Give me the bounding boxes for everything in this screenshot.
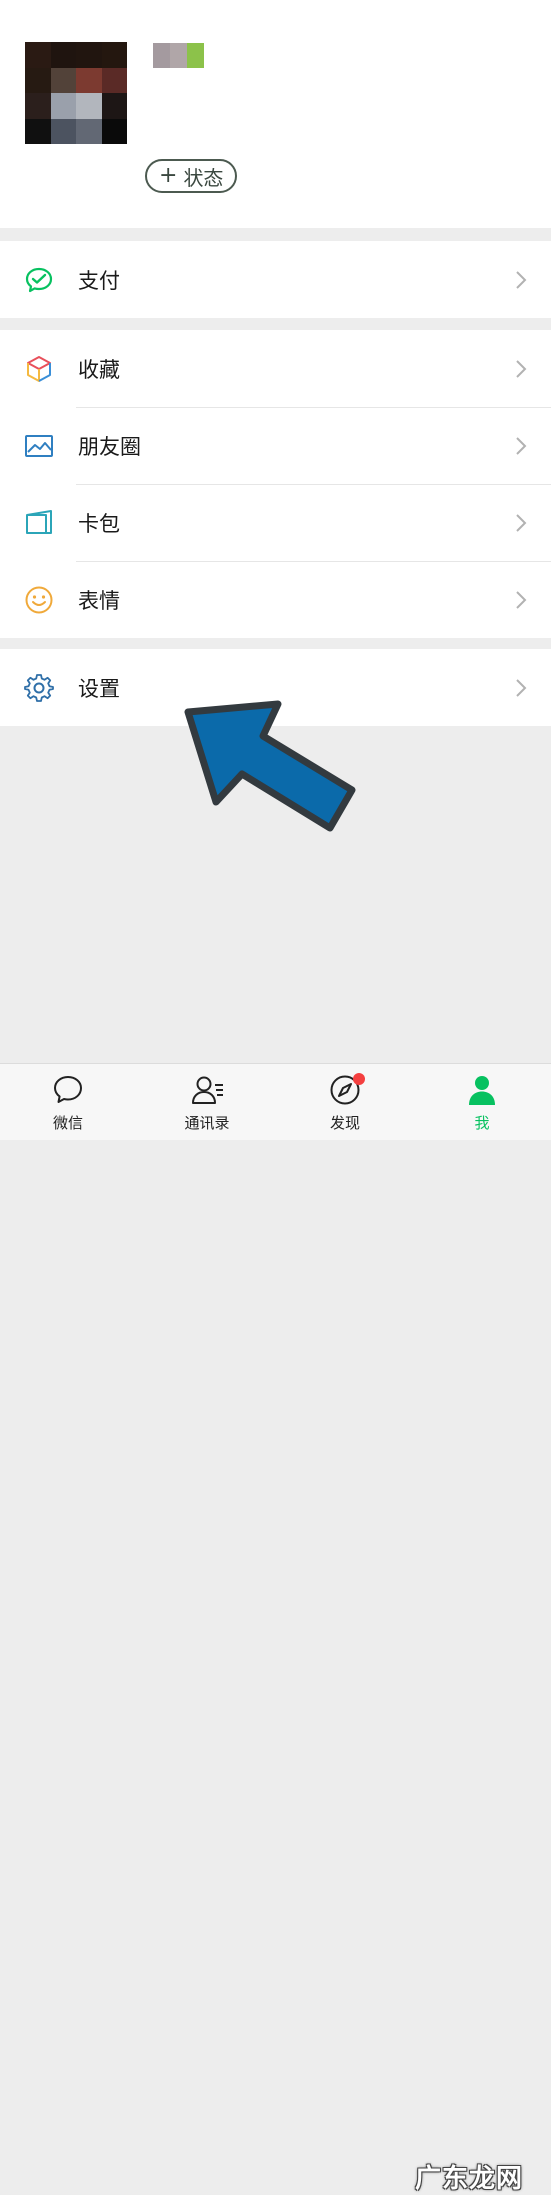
menu-item-label: 朋友圈 [78,434,141,459]
menu-item-pay[interactable]: 支付 [0,241,551,318]
menu-group-main: 收藏 朋友圈 卡包 表情 [0,330,551,638]
notification-badge-dot [353,1073,365,1085]
tab-me[interactable]: 我 [437,1064,527,1141]
tab-chats[interactable]: 微信 [23,1064,113,1141]
person-icon [469,1076,495,1105]
watermark-text: 广东龙网 [415,2164,524,2194]
wechat-pay-icon [25,267,53,292]
chevron-right-icon [516,590,527,609]
add-status-button[interactable]: + 状态 [145,159,238,193]
tab-contacts[interactable]: 通讯录 [162,1064,252,1141]
annotation-arrow-icon [184,700,356,832]
profile-header: + 状态 [0,0,551,228]
chevron-right-icon [516,436,527,455]
chat-bubble-icon [54,1076,82,1103]
tab-label: 微信 [52,1114,83,1132]
chevron-right-icon [516,513,527,532]
chevron-right-icon [516,270,527,289]
contacts-icon [192,1076,223,1104]
chevron-right-icon [516,359,527,378]
menu-item-label: 支付 [78,268,120,293]
menu-item-favorites[interactable]: 收藏 [0,330,551,407]
gear-icon [24,673,54,702]
chevron-right-icon [516,678,527,697]
bottom-tab-bar: 微信 通讯录 发现 我 广东龙网 [0,1063,551,2194]
menu-item-label: 表情 [78,588,120,613]
nickname-blurred [153,43,204,68]
tab-label: 发现 [329,1114,360,1132]
smile-icon [25,586,53,613]
menu-item-moments[interactable]: 朋友圈 [0,407,551,484]
picture-icon [25,434,53,457]
cube-icon [27,355,51,382]
tab-label: 通讯录 [184,1114,230,1132]
menu-item-cards[interactable]: 卡包 [0,484,551,561]
tab-label: 我 [474,1114,490,1132]
menu-item-stickers[interactable]: 表情 [0,561,551,638]
menu-item-label: 卡包 [78,511,120,536]
status-label: 状态 [183,165,224,190]
menu-item-label: 收藏 [78,357,120,382]
menu-item-label: 设置 [78,676,120,701]
plus-icon: + [159,163,178,188]
tab-discover[interactable]: 发现 [300,1064,390,1141]
menu-group-pay: 支付 [0,241,551,318]
card-icon [26,509,52,534]
avatar[interactable] [25,42,127,144]
